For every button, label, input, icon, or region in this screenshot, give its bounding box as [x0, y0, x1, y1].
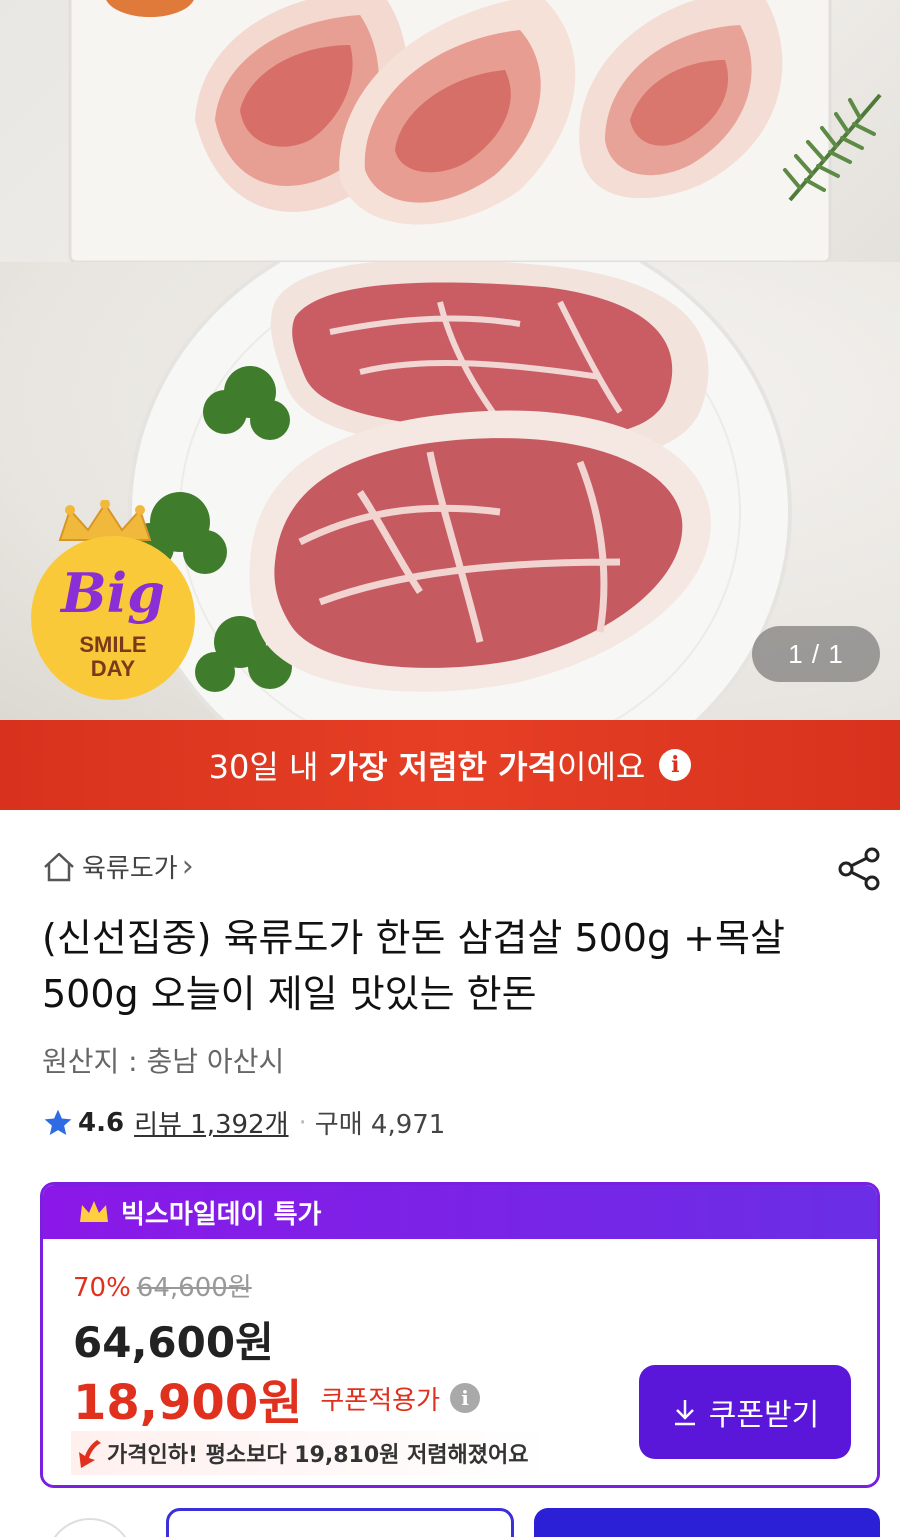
image-page-counter: 1 / 1 — [752, 626, 880, 682]
rating-score: 4.6 — [78, 1107, 125, 1138]
badge-big-text: Big — [59, 561, 165, 625]
price-down-arrow-icon — [79, 1440, 101, 1468]
rating-row: 4.6 리뷰 1,392개 · 구매 4,971 — [42, 1104, 445, 1141]
banner-prefix: 30일 내 — [208, 748, 329, 786]
coupon-price-row: 18,900원 쿠폰적용가 i — [73, 1363, 480, 1433]
product-image-gallery[interactable]: Big SMILE DAY 1 / 1 — [0, 0, 900, 720]
banner-highlight: 가장 저렴한 가격 — [328, 748, 557, 786]
sale-price: 64,600원 — [73, 1318, 274, 1367]
store-name: 육류도가 — [82, 854, 178, 884]
download-icon — [674, 1400, 695, 1426]
coupon-info-icon[interactable]: i — [450, 1383, 480, 1413]
info-icon[interactable]: i — [659, 749, 692, 781]
share-icon[interactable] — [836, 846, 882, 892]
coupon-price-label: 쿠폰적용가 — [320, 1385, 440, 1416]
deal-header-label: 빅스마일데이 특가 — [121, 1199, 322, 1230]
price-drop-text: 가격인하! 평소보다 19,810원 저렴해졌어요 — [107, 1443, 529, 1468]
purchase-count: 구매 4,971 — [314, 1110, 446, 1140]
wishlist-button[interactable] — [46, 1518, 134, 1537]
deal-body: 70% 64,600원 64,600원 18,900원 쿠폰적용가 i 가격인하… — [43, 1239, 877, 1485]
reviews-link[interactable]: 리뷰 1,392개 — [134, 1104, 288, 1141]
product-photo-pork-belly — [0, 0, 900, 262]
discount-row: 70% 64,600원 — [73, 1267, 252, 1304]
home-icon — [44, 852, 74, 881]
badge-day-text: DAY — [91, 656, 136, 681]
star-icon — [44, 1109, 72, 1135]
banner-suffix: 이에요 — [557, 748, 646, 786]
separator-dot: · — [298, 1107, 307, 1138]
coupon-price: 18,900원 — [73, 1375, 303, 1431]
chevron-right-icon: › — [181, 849, 194, 884]
deal-header: 빅스마일데이 특가 — [43, 1185, 877, 1239]
original-price: 64,600원 — [136, 1273, 252, 1303]
badge-smile-text: SMILE — [79, 632, 146, 657]
product-origin: 원산지 : 충남 아산시 — [42, 1045, 285, 1078]
product-title: (신선집중) 육류도가 한돈 삼겹살 500g +목살 500g 오늘이 제일 … — [42, 916, 785, 1016]
big-smile-day-badge: Big SMILE DAY — [31, 500, 195, 700]
lowest-price-banner[interactable]: 30일 내 가장 저렴한 가격 이에요 i — [0, 720, 900, 810]
store-link[interactable]: 육류도가 › — [42, 848, 194, 885]
big-smile-day-deal: 빅스마일데이 특가 70% 64,600원 64,600원 18,900원 쿠폰… — [40, 1182, 880, 1488]
buy-now-button[interactable] — [534, 1508, 880, 1537]
get-coupon-label: 쿠폰받기 — [708, 1398, 820, 1433]
discount-percent: 70% — [73, 1273, 131, 1303]
price-drop-notice: 가격인하! 평소보다 19,810원 저렴해졌어요 — [71, 1431, 551, 1475]
get-coupon-button[interactable]: 쿠폰받기 — [639, 1365, 851, 1459]
cart-button[interactable] — [166, 1508, 514, 1537]
crown-icon — [80, 1201, 108, 1222]
